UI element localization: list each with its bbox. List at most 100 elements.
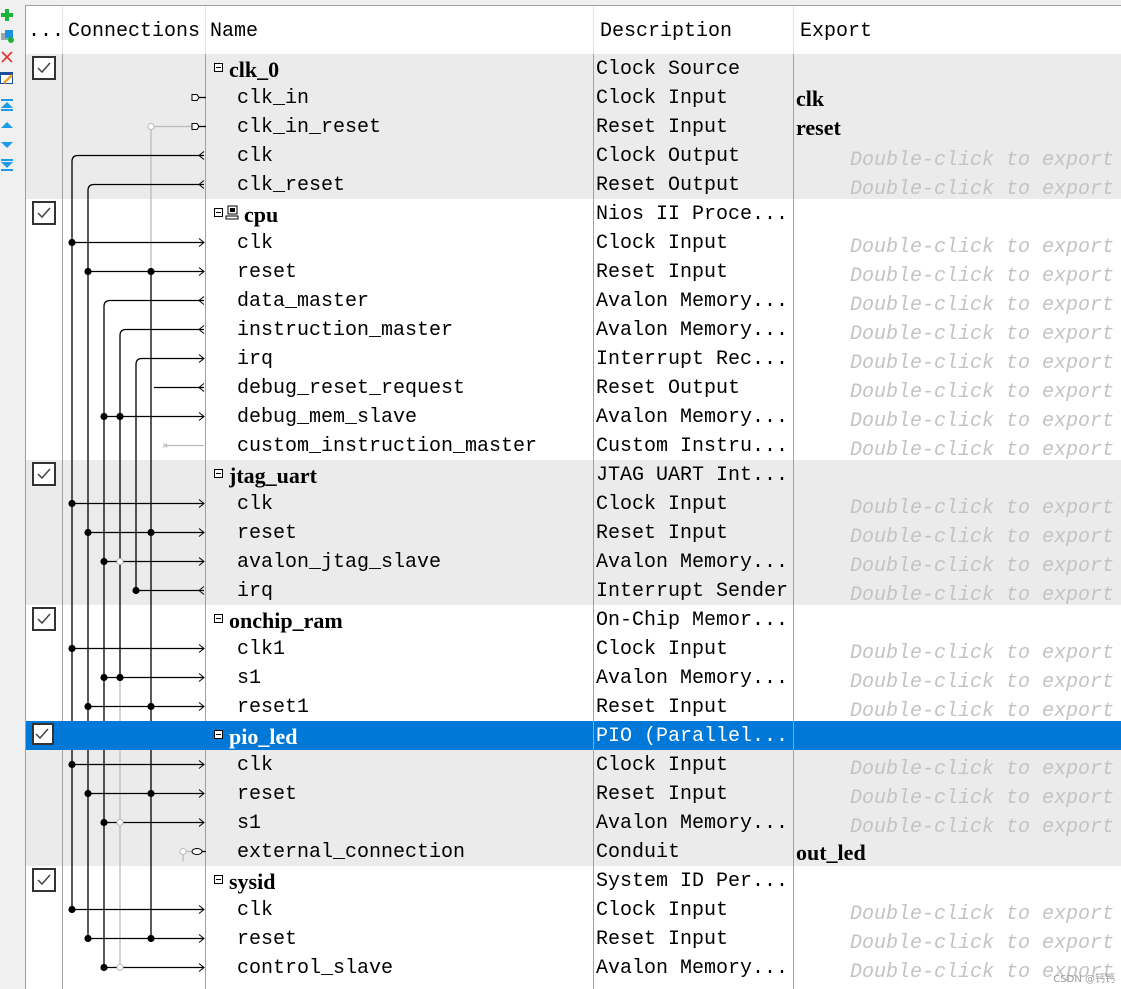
move-up-icon[interactable] xyxy=(0,118,14,132)
collapse-icon[interactable] xyxy=(214,63,223,72)
collapse-icon[interactable] xyxy=(214,614,223,623)
export-value[interactable]: clk xyxy=(796,83,824,112)
port-row[interactable]: irq Interrupt Rec... Double-click to expor… xyxy=(26,344,1121,375)
port-description: Avalon Memory... xyxy=(596,406,789,429)
move-to-top-icon[interactable] xyxy=(0,98,14,112)
port-name: clk xyxy=(237,899,274,922)
checkmark-icon xyxy=(37,62,51,74)
component-description: On-Chip Memor... xyxy=(596,609,789,632)
port-row[interactable]: s1 Avalon Memory... Double-click to export xyxy=(26,808,1121,839)
port-name: s1 xyxy=(237,667,262,690)
port-description: Reset Output xyxy=(596,377,741,400)
port-description: Avalon Memory... xyxy=(596,957,789,980)
port-name: clk1 xyxy=(237,638,286,661)
port-row[interactable]: clk Clock Input Double-click to export xyxy=(26,489,1121,520)
port-row[interactable]: control_slave Avalon Memory... Double-clic… xyxy=(26,953,1121,984)
watermark: CSDN @钙钙 xyxy=(1053,974,1115,985)
port-description: Reset Input xyxy=(596,261,729,284)
component-description: JTAG UART Int... xyxy=(596,464,789,487)
component-row-clk_0[interactable]: clk_0 Clock Source xyxy=(26,54,1121,83)
edit-icon[interactable] xyxy=(0,71,14,85)
port-name: s1 xyxy=(237,812,262,835)
port-name: reset xyxy=(237,928,298,951)
port-row[interactable]: reset Reset Input Double-click to export xyxy=(26,924,1121,955)
move-to-bottom-icon[interactable] xyxy=(0,158,14,172)
port-description: Clock Input xyxy=(596,754,729,777)
port-name: external_connection xyxy=(237,841,466,864)
port-row[interactable]: s1 Avalon Memory... Double-click to export xyxy=(26,663,1121,694)
component-name[interactable]: sysid xyxy=(229,866,275,895)
port-row[interactable]: avalon_jtag_slave Avalon Memory... Double-… xyxy=(26,547,1121,578)
component-name[interactable]: jtag_uart xyxy=(229,460,317,489)
port-row[interactable]: irq Interrupt Sender Double-click to expor… xyxy=(26,576,1121,607)
port-row[interactable]: reset Reset Input Double-click to export xyxy=(26,779,1121,810)
collapse-icon[interactable] xyxy=(214,208,223,217)
port-row[interactable]: clk Clock Input Double-click to export xyxy=(26,750,1121,781)
port-row[interactable]: custom_instruction_master Custom Instru..… xyxy=(26,431,1121,462)
add-component-icon[interactable] xyxy=(0,29,14,43)
port-row[interactable]: reset Reset Input Double-click to export xyxy=(26,518,1121,549)
port-row[interactable]: instruction_master Avalon Memory... Double… xyxy=(26,315,1121,346)
collapse-icon[interactable] xyxy=(214,875,223,884)
port-name: instruction_master xyxy=(237,319,454,342)
component-row-sysid[interactable]: sysid System ID Per... xyxy=(26,866,1121,895)
port-row[interactable]: external_connection Conduit out_led xyxy=(26,837,1121,866)
port-row[interactable]: clk_in_reset Reset Input reset xyxy=(26,112,1121,141)
column-divider xyxy=(793,54,794,989)
enable-checkbox[interactable] xyxy=(32,723,56,747)
remove-icon[interactable] xyxy=(0,50,14,64)
port-row[interactable]: clk1 Clock Input Double-click to export xyxy=(26,634,1121,665)
enable-checkbox[interactable] xyxy=(32,607,56,631)
component-row-jtag_uart[interactable]: jtag_uart JTAG UART Int... xyxy=(26,460,1121,489)
port-row[interactable]: clk Clock Input Double-click to export xyxy=(26,228,1121,259)
port-row[interactable]: clk_reset Reset Output Double-click to exp… xyxy=(26,170,1121,201)
collapse-icon[interactable] xyxy=(214,469,223,478)
export-value[interactable]: reset xyxy=(796,112,841,141)
port-row[interactable]: reset1 Reset Input Double-click to export xyxy=(26,692,1121,723)
collapse-icon[interactable] xyxy=(214,730,223,739)
enable-checkbox[interactable] xyxy=(32,868,56,892)
component-row-pio_led[interactable]: pio_led PIO (Parallel... xyxy=(26,721,1121,750)
header-export[interactable]: Export xyxy=(794,6,1121,54)
port-description: Clock Input xyxy=(596,232,729,255)
enable-checkbox[interactable] xyxy=(32,201,56,225)
port-row[interactable]: reset Reset Input Double-click to export xyxy=(26,257,1121,288)
port-name: reset xyxy=(237,261,298,284)
component-row-onchip_ram[interactable]: onchip_ram On-Chip Memor... xyxy=(26,605,1121,634)
checkmark-icon xyxy=(37,874,51,886)
port-row[interactable]: debug_reset_request Reset Output Double-cl… xyxy=(26,373,1121,404)
header-name[interactable]: Name xyxy=(206,6,594,54)
port-row[interactable]: debug_mem_slave Avalon Memory... Double-cl… xyxy=(26,402,1121,433)
port-row[interactable]: clk Clock Output Double-click to export xyxy=(26,141,1121,172)
port-description: Avalon Memory... xyxy=(596,551,789,574)
port-description: Reset Input xyxy=(596,116,729,139)
export-value[interactable]: out_led xyxy=(796,837,866,866)
checkmark-icon xyxy=(37,613,51,625)
enable-checkbox[interactable] xyxy=(32,462,56,486)
port-description: Reset Input xyxy=(596,783,729,806)
port-description: Custom Instru... xyxy=(596,435,789,458)
port-row[interactable]: data_master Avalon Memory... Double-click … xyxy=(26,286,1121,317)
component-row-cpu[interactable]: cpu Nios II Proce... xyxy=(26,199,1121,228)
port-name: irq xyxy=(237,580,274,603)
port-description: Interrupt Rec... xyxy=(596,348,789,371)
component-description: Nios II Proce... xyxy=(596,203,789,226)
component-name[interactable]: onchip_ram xyxy=(229,605,343,634)
port-description: Clock Input xyxy=(596,899,729,922)
port-name: reset xyxy=(237,522,298,545)
header-use[interactable]: ... xyxy=(26,6,64,54)
header-connections[interactable]: Connections xyxy=(63,6,206,54)
port-name: clk_in_reset xyxy=(237,116,382,139)
header-description[interactable]: Description xyxy=(594,6,794,54)
component-name[interactable]: pio_led xyxy=(229,721,297,750)
component-name[interactable]: clk_0 xyxy=(229,54,279,83)
port-row[interactable]: clk_in Clock Input clk xyxy=(26,83,1121,112)
port-name: clk xyxy=(237,493,274,516)
port-row[interactable]: clk Clock Input Double-click to export xyxy=(26,895,1121,926)
port-description: Avalon Memory... xyxy=(596,319,789,342)
component-name[interactable]: cpu xyxy=(244,199,278,228)
add-icon[interactable] xyxy=(0,8,14,22)
move-down-icon[interactable] xyxy=(0,138,14,152)
enable-checkbox[interactable] xyxy=(32,56,56,80)
checkmark-icon xyxy=(37,729,51,741)
